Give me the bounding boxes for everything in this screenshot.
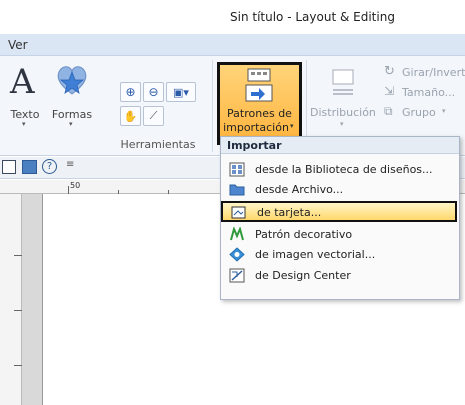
menu-bar xyxy=(0,34,465,56)
menu-item-label: de Design Center xyxy=(255,269,351,282)
grupo-button[interactable]: ⧉ Grupo ▾ xyxy=(384,104,465,122)
measure-button[interactable]: ⟋ xyxy=(143,106,164,126)
layout-icon[interactable] xyxy=(22,160,37,174)
distribute-icon xyxy=(332,69,354,95)
formas-button[interactable]: Formas ▾ xyxy=(48,62,96,132)
zoom-in-icon: ⊕ xyxy=(125,85,136,99)
dropdown-header-label: Importar xyxy=(227,139,282,152)
zoom-fit-button[interactable]: ▣▾ xyxy=(166,82,196,102)
ruler-tick xyxy=(14,310,22,311)
zoom-out-button[interactable]: ⊖ xyxy=(143,82,164,102)
decorative-pattern-icon xyxy=(230,227,244,241)
zoom-out-icon: ⊖ xyxy=(148,85,159,99)
window-title: Sin título - Layout & Editing xyxy=(230,10,395,24)
patrones-importacion-button[interactable]: Patrones de importación ▾ xyxy=(217,62,302,145)
import-patterns-icon xyxy=(245,68,273,102)
menu-item-biblioteca[interactable]: desde la Biblioteca de diseños... xyxy=(221,160,457,179)
menu-item-imagen-vectorial[interactable]: de imagen vectorial... xyxy=(221,245,457,264)
distribucion-label: Distribución xyxy=(310,106,376,119)
menu-item-label: desde Archivo... xyxy=(255,183,344,196)
chevron-down-icon: ▾ xyxy=(22,120,26,128)
measure-icon: ⟋ xyxy=(149,109,158,122)
chevron-down-icon: ▾ xyxy=(290,122,294,130)
menu-item-tarjeta[interactable]: de tarjeta... xyxy=(221,201,457,222)
tamano-button[interactable]: ⇲ Tamaño... xyxy=(384,84,465,102)
chevron-down-icon: ▾ xyxy=(340,120,344,128)
card-icon xyxy=(231,206,246,219)
zoom-in-button[interactable]: ⊕ xyxy=(120,82,141,102)
ruler-tick xyxy=(14,365,22,366)
pan-button[interactable]: ✋ xyxy=(120,106,141,126)
help-icon[interactable]: ? xyxy=(42,159,57,174)
vector-image-icon xyxy=(229,247,245,262)
hand-icon: ✋ xyxy=(123,109,138,123)
chevron-down-icon: ▾ xyxy=(69,120,73,128)
texto-button[interactable]: A Texto ▾ xyxy=(4,62,46,132)
ribbon-separator xyxy=(212,60,213,152)
text-a-icon: A xyxy=(10,62,35,102)
chevron-down-icon: ▾ xyxy=(442,107,446,115)
menu-item-label: desde la Biblioteca de diseños... xyxy=(255,163,433,176)
herramientas-group-label: Herramientas xyxy=(120,138,196,151)
rotate-icon: ↻ xyxy=(384,64,395,79)
resize-icon: ⇲ xyxy=(384,84,395,98)
grupo-label: Grupo xyxy=(402,106,436,119)
girar-button[interactable]: ↻ Girar/Invert xyxy=(384,64,465,82)
library-icon xyxy=(229,162,245,177)
tamano-label: Tamaño... xyxy=(402,86,456,99)
menu-ver[interactable]: Ver xyxy=(8,38,28,52)
patrones-label-line2: importación xyxy=(223,121,289,134)
menu-item-label: de imagen vectorial... xyxy=(255,248,376,261)
menu-item-design-center[interactable]: de Design Center xyxy=(221,266,457,285)
menu-item-archivo[interactable]: desde Archivo... xyxy=(221,180,457,199)
ruler-tick xyxy=(68,186,69,194)
zoom-fit-icon: ▣▾ xyxy=(173,85,189,99)
menu-item-label: Patrón decorativo xyxy=(255,228,353,241)
folder-icon xyxy=(229,184,245,196)
patrones-label-line1: Patrones de xyxy=(227,107,292,120)
ruler-tick xyxy=(14,255,22,256)
menu-item-label: de tarjeta... xyxy=(257,206,322,219)
heart-star-icon xyxy=(57,66,87,95)
ruler-mark-50: 50 xyxy=(70,181,81,190)
vertical-ruler xyxy=(0,194,22,405)
girar-label: Girar/Invert xyxy=(402,66,465,79)
customize-toolbar-icon[interactable]: ≡ xyxy=(66,159,74,170)
design-center-icon xyxy=(229,268,245,283)
distribucion-button[interactable]: Distribución ▾ xyxy=(310,66,376,132)
panel-icon[interactable] xyxy=(2,160,16,174)
menu-item-patron-decorativo[interactable]: Patrón decorativo xyxy=(221,225,457,244)
group-icon: ⧉ xyxy=(384,104,393,118)
